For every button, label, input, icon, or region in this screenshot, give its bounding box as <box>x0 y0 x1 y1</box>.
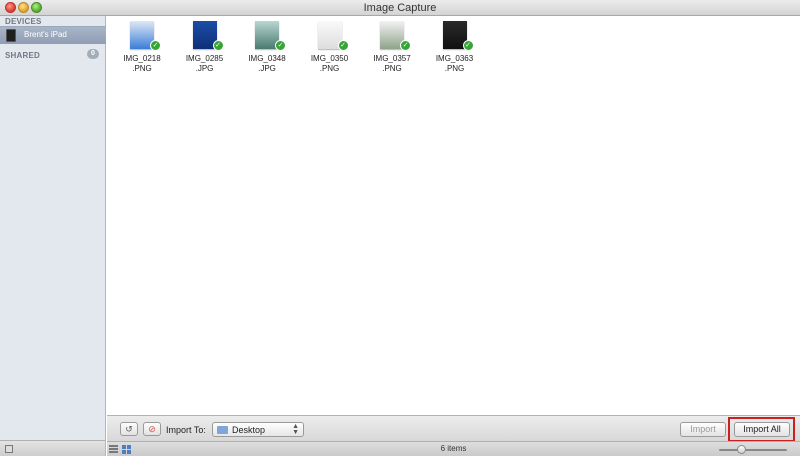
image-filename: IMG_0218 .PNG <box>111 54 173 74</box>
imported-check-icon: ✓ <box>150 40 161 51</box>
folder-icon <box>217 426 228 434</box>
imported-check-icon: ✓ <box>400 40 411 51</box>
filename-base: IMG_0348 <box>248 54 286 63</box>
image-filename: IMG_0363 .PNG <box>424 54 486 74</box>
shared-section-header: SHARED <box>5 51 40 60</box>
sidebar-footer <box>0 440 106 456</box>
filename-base: IMG_0363 <box>435 54 474 63</box>
filename-extension: .JPG <box>195 64 214 73</box>
image-item[interactable]: ✓ IMG_0350 .PNG <box>299 20 361 74</box>
filename-base: IMG_0285 <box>185 54 224 63</box>
image-item[interactable]: ✓ IMG_0218 .PNG <box>111 20 173 74</box>
image-thumbnail: ✓ <box>378 20 411 51</box>
imported-check-icon: ✓ <box>275 40 286 51</box>
filename-extension: .PNG <box>382 64 402 73</box>
image-thumbnail: ✓ <box>316 20 349 51</box>
image-thumbnail: ✓ <box>441 20 474 51</box>
sidebar-toggle-icon[interactable] <box>5 445 13 453</box>
thumbnail-size-slider[interactable] <box>719 445 787 454</box>
device-name: Brent's iPad <box>24 30 67 39</box>
filename-extension: .PNG <box>444 64 465 73</box>
image-capture-window: Image Capture DEVICES Brent's iPad SHARE… <box>0 0 800 456</box>
image-item[interactable]: ✓ IMG_0363 .PNG <box>424 20 486 74</box>
image-browser: ✓ IMG_0218 .PNG ✓ IMG_0285 .JPG ✓ IMG_0348 .JPG ✓… <box>107 16 800 415</box>
image-filename: IMG_0357 .PNG <box>361 54 423 74</box>
rotate-button[interactable]: ↺ <box>120 422 138 436</box>
sidebar-item-ipad[interactable]: Brent's iPad <box>0 26 106 44</box>
filename-extension: .PNG <box>132 64 152 73</box>
image-thumbnail: ✓ <box>128 20 161 51</box>
status-bar: 6 items <box>107 441 800 456</box>
import-to-label: Import To: <box>166 425 206 435</box>
image-filename: IMG_0285 .JPG <box>174 54 236 74</box>
imported-check-icon: ✓ <box>462 40 474 51</box>
shared-count-badge: 0 <box>87 49 99 59</box>
image-item[interactable]: ✓ IMG_0285 .JPG <box>174 20 236 74</box>
import-destination-value: Desktop <box>232 425 266 435</box>
image-thumbnail: ✓ <box>191 20 224 51</box>
image-filename: IMG_0348 .JPG <box>236 54 298 74</box>
imported-check-icon: ✓ <box>337 40 349 51</box>
sidebar: DEVICES Brent's iPad SHARED 0 <box>0 16 106 440</box>
delete-button[interactable]: ⊘ <box>143 422 161 436</box>
updown-arrows-icon: ▲ ▼ <box>292 423 299 436</box>
window-title: Image Capture <box>363 2 437 14</box>
thumbnail-size-slider-knob[interactable] <box>737 445 746 454</box>
import-destination-select[interactable]: Desktop ▲ ▼ <box>212 422 304 437</box>
image-item[interactable]: ✓ IMG_0348 .JPG <box>236 20 298 74</box>
import-all-button[interactable]: Import All <box>734 422 790 437</box>
image-filename: IMG_0350 .PNG <box>299 54 361 74</box>
filename-extension: .JPG <box>258 64 276 73</box>
filename-extension: .PNG <box>319 64 340 73</box>
filename-base: IMG_0218 <box>123 54 161 63</box>
image-item[interactable]: ✓ IMG_0357 .PNG <box>361 20 423 74</box>
filename-base: IMG_0350 <box>310 54 349 63</box>
devices-section-header: DEVICES <box>5 17 42 26</box>
ipad-icon <box>6 29 16 42</box>
import-toolbar: ↺ ⊘ Import To: Desktop ▲ ▼ Import Import … <box>107 415 800 442</box>
image-thumbnail: ✓ <box>253 20 286 51</box>
imported-check-icon: ✓ <box>212 40 224 51</box>
filename-base: IMG_0357 <box>373 54 411 63</box>
item-count: 6 items <box>440 444 467 453</box>
title-bar: Image Capture <box>0 0 800 16</box>
import-button[interactable]: Import <box>680 422 726 437</box>
